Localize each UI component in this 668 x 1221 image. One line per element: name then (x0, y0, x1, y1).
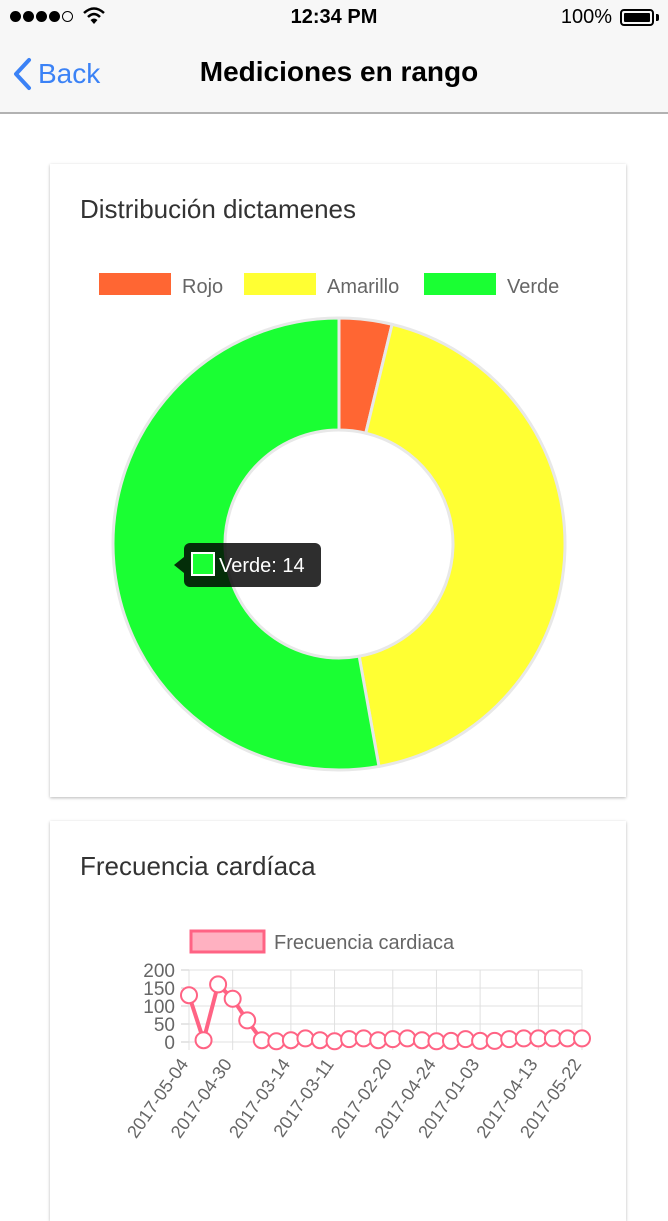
heart-rate-card: Frecuencia cardíaca Frecuencia cardiaca 0… (50, 821, 626, 1221)
data-point (296, 1029, 315, 1048)
data-point (369, 1031, 388, 1050)
legend-swatch (244, 273, 316, 295)
status-bar: 12:34 PM 100% (0, 0, 668, 36)
data-point (573, 1029, 591, 1048)
chart-tooltip: Verde: 14 (174, 543, 321, 587)
data-point (252, 1031, 271, 1050)
legend-swatch (99, 273, 171, 295)
line-chart[interactable]: Frecuencia cardiaca0501001502002017-05-0… (50, 821, 626, 1221)
data-point (311, 1031, 329, 1050)
data-point (442, 1031, 460, 1050)
doughnut-slice-amarillo (357, 322, 567, 769)
data-point (485, 1031, 504, 1050)
data-point (209, 975, 228, 994)
y-tick-label: 50 (154, 1015, 175, 1036)
data-point (456, 1030, 475, 1049)
doughnut-chart[interactable]: Rojo Amarillo Verde Verde: 14 (50, 164, 626, 797)
legend-item-frecuencia-cardiaca: Frecuencia cardiaca (189, 929, 455, 954)
legend-label: Rojo (182, 276, 223, 298)
legend-item-amarillo: Amarillo (244, 273, 399, 298)
data-point (325, 1032, 344, 1051)
data-point (398, 1029, 417, 1048)
navigation-bar: Back Mediciones en rango (0, 36, 668, 114)
battery-icon (620, 9, 654, 26)
legend-swatch (189, 929, 266, 954)
legend-item-verde: Verde (424, 273, 559, 298)
data-point (238, 1011, 257, 1030)
data-point (281, 1031, 300, 1050)
data-point (194, 1031, 213, 1050)
battery-percentage: 100% (560, 6, 612, 28)
y-tick-label: 0 (164, 1033, 175, 1054)
data-point (354, 1029, 373, 1048)
data-point (180, 986, 198, 1005)
legend-swatch (424, 273, 496, 295)
y-tick-label: 100 (143, 997, 175, 1018)
page-title: Mediciones en rango (199, 56, 479, 87)
data-point (223, 989, 242, 1008)
data-point (412, 1031, 431, 1050)
legend-label: Verde (507, 276, 559, 298)
y-tick-label: 150 (143, 979, 175, 1000)
tooltip-text: Verde: 14 (219, 555, 305, 577)
distribution-card: Distribución dictamenes Rojo Amarillo Verd… (50, 164, 626, 797)
legend-label: Amarillo (327, 276, 399, 298)
y-tick-label: 200 (143, 961, 175, 982)
data-point (267, 1032, 286, 1051)
tooltip-swatch (191, 552, 215, 576)
legend-label: Frecuencia cardiaca (274, 932, 455, 954)
legend-item-rojo: Rojo (99, 273, 223, 298)
